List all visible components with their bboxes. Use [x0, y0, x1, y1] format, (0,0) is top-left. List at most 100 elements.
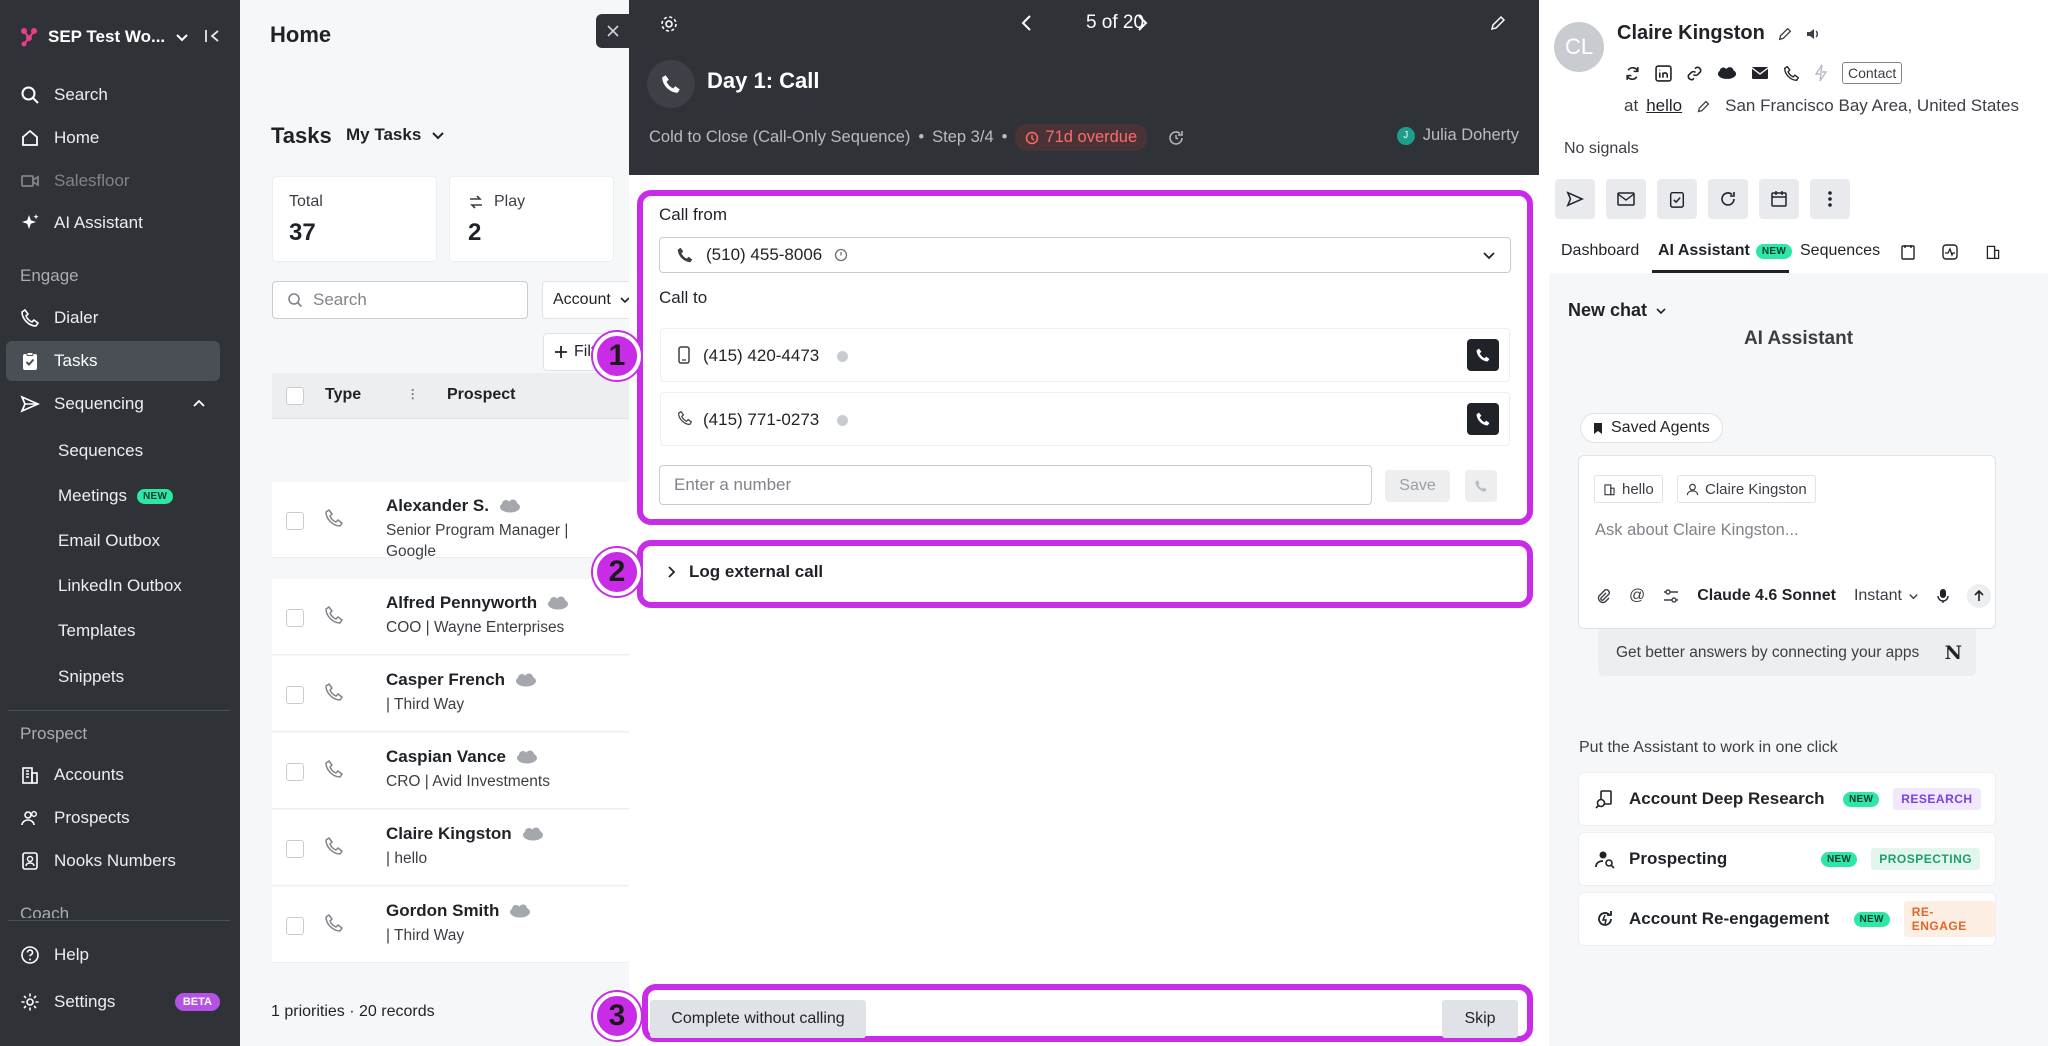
- quick-action-follow-up[interactable]: [1708, 179, 1748, 219]
- paperclip-icon[interactable]: [1595, 588, 1611, 604]
- sidebar-item-linkedin-outbox[interactable]: LinkedIn Outbox: [58, 576, 182, 596]
- tab-ai-assistant[interactable]: AI Assistant NEW: [1658, 242, 1793, 260]
- sidebar-item-email-outbox[interactable]: Email Outbox: [58, 531, 160, 551]
- account-filter[interactable]: Account: [542, 281, 632, 319]
- sidebar-item-prospects[interactable]: Prospects: [6, 798, 220, 838]
- sidebar-item-templates[interactable]: Templates: [58, 621, 135, 641]
- settings-button[interactable]: [659, 14, 679, 34]
- sidebar-item-accounts[interactable]: Accounts: [6, 755, 220, 795]
- context-chip-company[interactable]: hello: [1594, 475, 1663, 503]
- save-number-button[interactable]: Save: [1385, 470, 1450, 502]
- mention-icon[interactable]: @: [1629, 587, 1645, 605]
- microphone-icon[interactable]: [1937, 588, 1949, 604]
- prospect-name[interactable]: Caspian Vance: [386, 747, 506, 767]
- agent-account-re-engagement[interactable]: Account Re-engagement NEW RE-ENGAGE: [1578, 892, 1996, 946]
- sliders-icon[interactable]: [1663, 588, 1679, 604]
- stat-card-play[interactable]: Play 2: [449, 176, 614, 262]
- table-row[interactable]: Alexander S. Senior Program Manager | Go…: [272, 482, 632, 560]
- row-checkbox[interactable]: [286, 763, 304, 781]
- send-message-button[interactable]: [1966, 584, 1991, 608]
- table-row[interactable]: Gordon Smith | Third Way: [272, 887, 632, 963]
- activity-tab-icon[interactable]: [1942, 244, 1958, 260]
- sidebar-item-home[interactable]: Home: [6, 118, 220, 158]
- company-tab-icon[interactable]: [1985, 244, 2001, 260]
- call-button[interactable]: [1467, 403, 1499, 435]
- close-modal-button[interactable]: [596, 14, 630, 48]
- sidebar-item-settings[interactable]: Settings BETA: [6, 982, 220, 1022]
- log-external-call-toggle[interactable]: Log external call: [667, 562, 823, 582]
- prospect-name[interactable]: Claire Kingston: [386, 824, 512, 844]
- table-row[interactable]: Claire Kingston | hello: [272, 810, 632, 886]
- reschedule-icon[interactable]: [1167, 129, 1185, 147]
- stat-card-total[interactable]: Total 37: [272, 176, 437, 262]
- sidebar-item-sequences[interactable]: Sequences: [58, 441, 143, 461]
- connect-apps-banner[interactable]: Get better answers by connecting your ap…: [1598, 629, 1976, 676]
- agent-account-deep-research[interactable]: Account Deep Research NEW RESEARCH: [1578, 772, 1996, 826]
- agent-prospecting[interactable]: Prospecting NEW PROSPECTING: [1578, 832, 1996, 886]
- table-row[interactable]: Casper French | Third Way: [272, 656, 632, 732]
- model-selector[interactable]: Claude 4.6 Sonnet: [1697, 587, 1836, 605]
- quick-action-meeting[interactable]: [1759, 179, 1799, 219]
- context-chip-person[interactable]: Claire Kingston: [1677, 475, 1816, 503]
- pencil-icon[interactable]: [1696, 99, 1711, 114]
- quick-action-email[interactable]: [1606, 179, 1646, 219]
- column-menu-icon[interactable]: ⁝: [410, 385, 415, 405]
- company-link[interactable]: hello: [1646, 96, 1682, 116]
- complete-without-calling-button[interactable]: Complete without calling: [650, 1000, 866, 1038]
- sidebar-item-tasks[interactable]: Tasks: [6, 341, 220, 381]
- task-owner[interactable]: J Julia Doherty: [1396, 126, 1519, 145]
- row-checkbox[interactable]: [286, 686, 304, 704]
- row-checkbox[interactable]: [286, 917, 304, 935]
- sidebar-item-sequencing[interactable]: Sequencing: [6, 384, 220, 424]
- prospect-name[interactable]: Gordon Smith: [386, 901, 499, 921]
- row-checkbox[interactable]: [286, 512, 304, 530]
- select-all-checkbox[interactable]: [286, 387, 304, 405]
- sidebar-item-dialer[interactable]: Dialer: [6, 298, 220, 338]
- sidebar-item-meetings[interactable]: Meetings NEW: [58, 486, 174, 506]
- linkedin-icon[interactable]: [1655, 64, 1672, 82]
- sidebar-item-search[interactable]: Search: [6, 75, 220, 115]
- quick-action-task[interactable]: [1657, 179, 1697, 219]
- call-to-number-row[interactable]: (415) 420-4473: [660, 328, 1510, 382]
- tab-sequences[interactable]: Sequences: [1800, 242, 1880, 260]
- edit-task-button[interactable]: [1489, 14, 1507, 32]
- column-header-prospect[interactable]: Prospect: [447, 386, 515, 404]
- prospect-name[interactable]: Casper French: [386, 670, 505, 690]
- table-row[interactable]: Alfred Pennyworth COO | Wayne Enterprise…: [272, 579, 632, 655]
- call-from-select[interactable]: (510) 455-8006: [659, 237, 1511, 273]
- table-row[interactable]: Caspian Vance CRO | Avid Investments: [272, 733, 632, 809]
- tasks-search-input[interactable]: Search: [272, 281, 528, 319]
- chat-composer[interactable]: hello Claire Kingston Ask about Claire K…: [1578, 455, 1996, 629]
- lightning-icon[interactable]: [1814, 64, 1828, 82]
- call-entered-number-button[interactable]: [1465, 470, 1497, 502]
- next-task-button[interactable]: [1134, 14, 1150, 32]
- saved-agents-button[interactable]: Saved Agents: [1580, 413, 1723, 443]
- skip-button[interactable]: Skip: [1442, 1000, 1518, 1038]
- link-icon[interactable]: [1686, 65, 1703, 82]
- quick-action-more[interactable]: [1810, 179, 1850, 219]
- phone-icon[interactable]: [1783, 65, 1800, 82]
- sequence-name[interactable]: Cold to Close (Call-Only Sequence): [649, 128, 910, 147]
- row-checkbox[interactable]: [286, 840, 304, 858]
- notes-tab-icon[interactable]: [1900, 244, 1916, 260]
- email-icon[interactable]: [1751, 66, 1769, 80]
- sidebar-item-salesfloor[interactable]: Salesfloor: [6, 161, 220, 201]
- call-button[interactable]: [1467, 339, 1499, 371]
- ask-input[interactable]: Ask about Claire Kingston...: [1595, 521, 1799, 540]
- column-header-type[interactable]: Type: [325, 386, 361, 404]
- call-to-number-row[interactable]: (415) 771-0273: [660, 392, 1510, 446]
- previous-task-button[interactable]: [1019, 14, 1035, 32]
- salesforce-icon[interactable]: [1717, 66, 1737, 80]
- prospect-name[interactable]: Alfred Pennyworth: [386, 593, 537, 613]
- sync-icon[interactable]: [1624, 65, 1641, 82]
- pencil-icon[interactable]: [1777, 26, 1793, 42]
- mode-selector[interactable]: Instant: [1854, 587, 1919, 605]
- sidebar-item-snippets[interactable]: Snippets: [58, 667, 124, 687]
- quick-action-sequence[interactable]: [1555, 179, 1595, 219]
- speaker-icon[interactable]: [1805, 26, 1821, 42]
- row-checkbox[interactable]: [286, 609, 304, 627]
- sidebar-item-help[interactable]: Help: [6, 935, 220, 975]
- sidebar-item-nooks-numbers[interactable]: Nooks Numbers: [6, 841, 220, 881]
- new-chat-dropdown[interactable]: New chat: [1568, 300, 1667, 321]
- collapse-sidebar-icon[interactable]: [204, 28, 220, 44]
